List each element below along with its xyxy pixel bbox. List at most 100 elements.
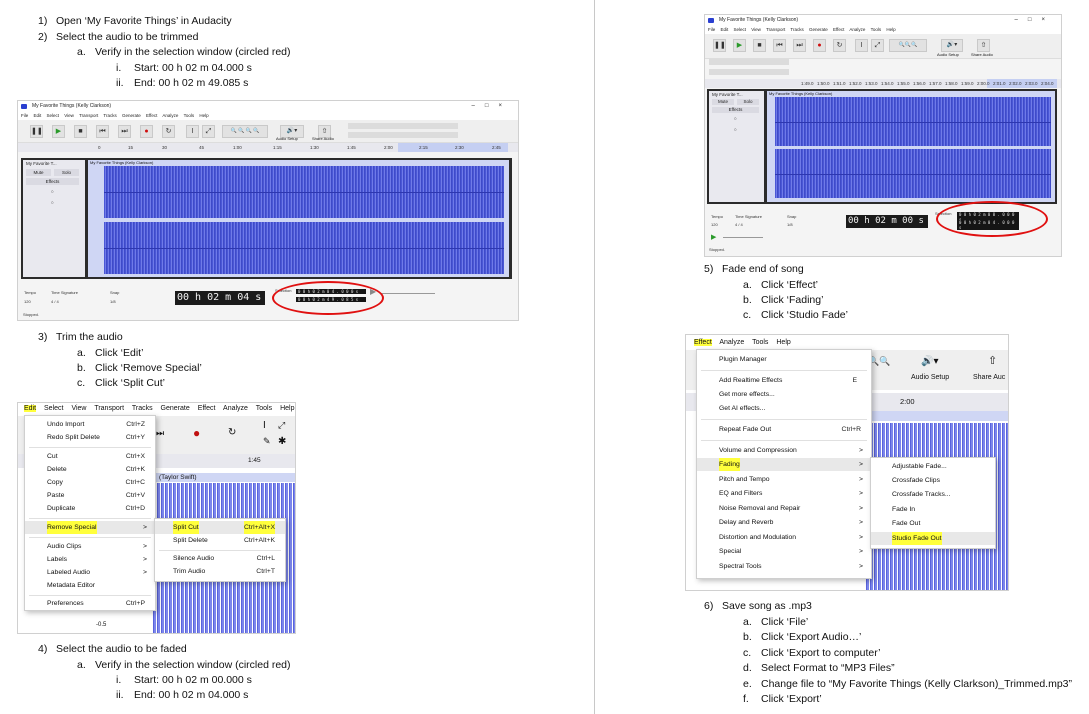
track-area[interactable]: My Favorite T... Mute Solo Effects ○ ○ M… bbox=[707, 89, 1057, 204]
time-signature-value[interactable]: 4 / 4 bbox=[51, 299, 59, 304]
menu-edit[interactable]: Edit bbox=[24, 405, 37, 412]
menu-item-split-delete[interactable]: Split Delete Ctrl+Alt+K bbox=[155, 534, 285, 547]
menu-help[interactable]: Help bbox=[776, 339, 790, 346]
menu-item-studio-fade-out[interactable]: Studio Fade Out bbox=[871, 532, 995, 545]
audio-setup-label[interactable]: Audio Setup bbox=[911, 374, 949, 381]
loop-icon[interactable]: ↻ bbox=[228, 427, 236, 438]
skip-start-button[interactable]: ⏮ bbox=[96, 125, 109, 138]
track-name[interactable]: My Favorite T... bbox=[26, 161, 57, 166]
envelope-tool-icon[interactable]: ⤢ bbox=[202, 125, 215, 138]
zoom-tools[interactable]: 🔍 🔍 🔍 🔍 bbox=[222, 125, 268, 138]
loop-button[interactable]: ↻ bbox=[833, 39, 846, 52]
menu-transport[interactable]: Transport bbox=[94, 405, 124, 412]
menu-item-distortion-modulation[interactable]: Distortion and Modulation > bbox=[697, 531, 871, 544]
timeline-ruler[interactable]: 1:49.0 1:50.0 1:51.0 1:52.0 1:53.0 1:54.… bbox=[705, 79, 1061, 88]
share-audio-label[interactable]: Share Auc bbox=[973, 374, 1005, 381]
menu-item-plugin-manager[interactable]: Plugin Manager bbox=[697, 353, 871, 366]
gain-slider-icon[interactable]: ○ bbox=[51, 189, 54, 194]
track-name[interactable]: My Favorite T... bbox=[712, 92, 743, 97]
loop-button[interactable]: ↻ bbox=[162, 125, 175, 138]
menu-item-remove-special[interactable]: Remove Special > bbox=[25, 521, 155, 534]
menu-item-fade-out[interactable]: Fade Out bbox=[871, 517, 995, 530]
share-audio-button[interactable]: ⇧ bbox=[977, 39, 990, 52]
menu-item-spectral-tools[interactable]: Spectral Tools > bbox=[697, 560, 871, 573]
menu-item-get-more-effects[interactable]: Get more effects... bbox=[697, 388, 871, 401]
play-button[interactable]: ▶ bbox=[733, 39, 746, 52]
draw-tool-icon[interactable]: ✎ bbox=[263, 436, 271, 447]
play-at-speed-icon[interactable]: ▶ bbox=[711, 233, 716, 241]
menu-item-delay-reverb[interactable]: Delay and Reverb > bbox=[697, 516, 871, 529]
menu-tracks[interactable]: Tracks bbox=[132, 405, 153, 412]
menu-item-special[interactable]: Special > bbox=[697, 545, 871, 558]
menu-bar[interactable]: File Edit Select View Transport Tracks G… bbox=[705, 26, 1061, 34]
menu-analyze[interactable]: Analyze bbox=[719, 339, 744, 346]
playback-speed-slider[interactable] bbox=[380, 293, 435, 294]
menu-item-silence-audio[interactable]: Silence Audio Ctrl+L bbox=[155, 552, 285, 565]
skip-start-button[interactable]: ⏮ bbox=[773, 39, 786, 52]
solo-button[interactable]: Solo bbox=[737, 99, 759, 105]
menu-item-fade-in[interactable]: Fade In bbox=[871, 503, 995, 516]
record-button[interactable]: ● bbox=[813, 39, 826, 52]
menu-item-undo-import[interactable]: Undo Import Ctrl+Z bbox=[25, 418, 155, 431]
envelope-tool-icon[interactable]: ⤢ bbox=[871, 39, 884, 52]
snap-value[interactable]: 1/8 bbox=[787, 222, 793, 227]
menu-help[interactable]: Help bbox=[280, 405, 294, 412]
menu-item-metadata-editor[interactable]: Metadata Editor bbox=[25, 579, 155, 592]
selection-tool-icon[interactable]: I bbox=[186, 125, 199, 138]
timeline-ruler[interactable]: 0 15 30 45 1:00 1:15 1:30 1:45 2:00 2:15… bbox=[18, 143, 518, 152]
tempo-value[interactable]: 120 bbox=[24, 299, 31, 304]
record-meter[interactable] bbox=[709, 59, 789, 65]
selection-tool-icon[interactable]: I bbox=[263, 420, 266, 431]
tempo-value[interactable]: 120 bbox=[711, 222, 718, 227]
menu-item-fading[interactable]: Fading > bbox=[697, 458, 871, 471]
mute-button[interactable]: Mute bbox=[712, 99, 734, 105]
menu-bar[interactable]: File Edit Select View Transport Tracks G… bbox=[18, 112, 518, 120]
skip-end-icon[interactable]: ⏭ bbox=[156, 428, 164, 439]
pan-slider-icon[interactable]: ○ bbox=[734, 127, 737, 132]
menu-effect[interactable]: Effect bbox=[198, 405, 216, 412]
audio-clip[interactable]: My Favorite Things (Kelly Clarkson) bbox=[767, 91, 1055, 202]
menu-item-noise-removal[interactable]: Noise Removal and Repair > bbox=[697, 502, 871, 515]
menu-item-cut[interactable]: Cut Ctrl+X bbox=[25, 450, 155, 463]
menu-select[interactable]: Select bbox=[44, 405, 63, 412]
window-controls[interactable]: –□× bbox=[1015, 15, 1055, 26]
pause-button[interactable]: ❚❚ bbox=[713, 39, 726, 52]
playback-speed-slider[interactable] bbox=[723, 237, 763, 238]
audio-setup-button[interactable]: 🔊▾ bbox=[941, 39, 963, 52]
menu-item-duplicate[interactable]: Duplicate Ctrl+D bbox=[25, 502, 155, 515]
menu-item-preferences[interactable]: Preferences Ctrl+P bbox=[25, 597, 155, 610]
pan-slider-icon[interactable]: ○ bbox=[51, 200, 54, 205]
snap-value[interactable]: 1/8 bbox=[110, 299, 116, 304]
audio-setup-icon[interactable]: 🔊▾ bbox=[921, 356, 938, 367]
menu-item-delete[interactable]: Delete Ctrl+K bbox=[25, 463, 155, 476]
menu-item-get-ai-effects[interactable]: Get AI effects... bbox=[697, 402, 871, 415]
stop-button[interactable]: ■ bbox=[74, 125, 87, 138]
gain-slider-icon[interactable]: ○ bbox=[734, 116, 737, 121]
effects-button[interactable]: Effects bbox=[712, 107, 759, 113]
mute-button[interactable]: Mute bbox=[26, 169, 51, 176]
skip-end-button[interactable]: ⏭ bbox=[793, 39, 806, 52]
track-area[interactable]: My Favorite T... Mute Solo Effects ○ ○ M… bbox=[21, 158, 512, 279]
menu-item-redo[interactable]: Redo Split Delete Ctrl+Y bbox=[25, 431, 155, 444]
effects-button[interactable]: Effects bbox=[26, 178, 79, 185]
menu-tools[interactable]: Tools bbox=[752, 339, 768, 346]
menu-item-repeat-fade-out[interactable]: Repeat Fade Out Ctrl+R bbox=[697, 423, 871, 436]
menu-item-audio-clips[interactable]: Audio Clips > bbox=[25, 540, 155, 553]
time-display[interactable]: 00 h 02 m 04 s bbox=[175, 291, 265, 305]
menu-item-crossfade-clips[interactable]: Crossfade Clips bbox=[871, 474, 995, 487]
audio-clip[interactable]: My Favorite Things (Kelly Clarkson) bbox=[88, 160, 509, 277]
menu-item-add-realtime-effects[interactable]: Add Realtime Effects E bbox=[697, 374, 871, 387]
menu-item-pitch-tempo[interactable]: Pitch and Tempo > bbox=[697, 473, 871, 486]
menu-item-labels[interactable]: Labels > bbox=[25, 553, 155, 566]
menu-effect[interactable]: Effect bbox=[694, 339, 712, 346]
solo-button[interactable]: Solo bbox=[54, 169, 79, 176]
menu-item-trim-audio[interactable]: Trim Audio Ctrl+T bbox=[155, 565, 285, 578]
record-icon[interactable]: ● bbox=[193, 426, 200, 440]
menu-item-eq-filters[interactable]: EQ and Filters > bbox=[697, 487, 871, 500]
time-signature-value[interactable]: 4 / 4 bbox=[735, 222, 743, 227]
menu-item-labeled-audio[interactable]: Labeled Audio > bbox=[25, 566, 155, 579]
playback-meter[interactable] bbox=[709, 69, 789, 75]
menu-item-volume-compression[interactable]: Volume and Compression > bbox=[697, 444, 871, 457]
selection-tool-icon[interactable]: I bbox=[855, 39, 868, 52]
stop-button[interactable]: ■ bbox=[753, 39, 766, 52]
